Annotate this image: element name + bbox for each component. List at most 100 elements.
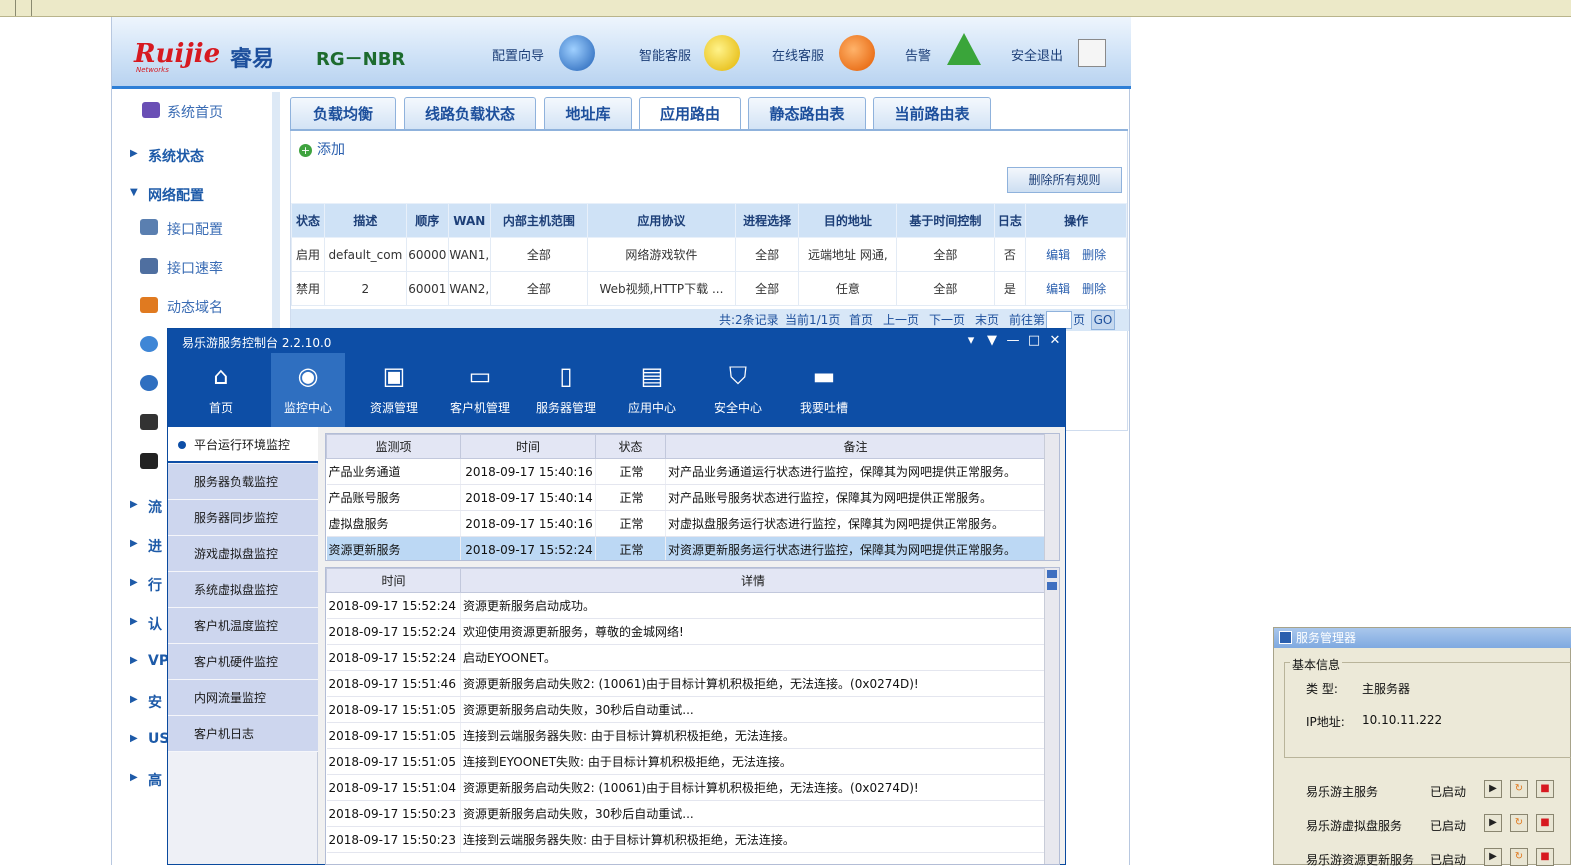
nav-security[interactable]: ⛉ 安全中心 (701, 353, 775, 427)
delete-link[interactable]: 删除 (1082, 248, 1106, 262)
header-smart-service-link[interactable]: 智能客服 (639, 45, 691, 64)
sidebar-item-rate[interactable]: 接口速率 (112, 254, 272, 280)
side-item-client-hw[interactable]: 客户机硬件监控 (168, 644, 318, 680)
monitor-scrollbar[interactable] (1044, 434, 1059, 560)
header-alarm-link[interactable]: 告警 (905, 45, 931, 64)
start-service-button[interactable]: ▶ (1484, 814, 1502, 832)
service-console-window: 易乐游服务控制台 2.2.10.0 ▾ ▼ — □ ✕ ⌂ 首页 ◉ 监控中心 … (167, 328, 1066, 865)
maximize-icon[interactable]: □ (1026, 333, 1042, 349)
table-row[interactable]: 产品账号服务 2018-09-17 15:40:14 正常 对产品账号服务状态进… (326, 484, 1046, 511)
table-row[interactable]: 2018-09-17 15:50:23 连接到云端服务器失败: 由于目标计算机积极… (326, 826, 1046, 853)
log-scrollbar[interactable] (1044, 568, 1059, 864)
sidebar-item-netcfg[interactable]: ▼ 网络配置 (112, 181, 272, 207)
server-icon: ▯ (559, 362, 573, 390)
edit-link[interactable]: 编辑 (1046, 282, 1070, 296)
eye-icon: ◉ (297, 362, 319, 390)
side-item-client-log[interactable]: 客户机日志 (168, 716, 318, 752)
skin-icon[interactable]: ▾ (963, 333, 979, 349)
console-titlebar[interactable]: 易乐游服务控制台 2.2.10.0 ▾ ▼ — □ ✕ (168, 329, 1065, 353)
cell-detail: 资源更新服务启动失败，30秒后自动重试... (460, 696, 1046, 723)
nav-monitor[interactable]: ◉ 监控中心 (271, 353, 345, 427)
start-service-button[interactable]: ▶ (1484, 780, 1502, 798)
menu-dropdown-icon[interactable]: ▼ (984, 333, 1000, 349)
table-row[interactable]: 2018-09-17 15:51:46 资源更新服务启动失败2: (10061)由… (326, 670, 1046, 697)
support-agents-icon[interactable] (839, 35, 875, 71)
col-detail: 详情 (460, 568, 1046, 593)
tab-address-book[interactable]: 地址库 (544, 97, 632, 130)
tab-current-route[interactable]: 当前路由表 (873, 97, 991, 130)
sidebar-item-label: 接口配置 (167, 222, 223, 238)
sidebar-item-label: 进 (148, 539, 162, 555)
stop-service-button[interactable]: ■ (1536, 814, 1554, 832)
alarm-triangle-icon[interactable] (947, 33, 981, 65)
nav-servers[interactable]: ▯ 服务器管理 (529, 353, 603, 427)
minimize-icon[interactable]: — (1005, 333, 1021, 349)
restart-service-button[interactable]: ↻ (1510, 780, 1528, 798)
side-item-server-sync[interactable]: 服务器同步监控 (168, 500, 318, 536)
sidebar-item-ddns[interactable]: 动态域名 (112, 293, 272, 319)
top-bar-button[interactable] (16, 0, 32, 16)
table-row[interactable]: 2018-09-17 15:51:04 资源更新服务启动失败2: (10061)由… (326, 774, 1046, 801)
edit-link[interactable]: 编辑 (1046, 248, 1070, 262)
side-item-game-vdisk[interactable]: 游戏虚拟盘监控 (168, 536, 318, 572)
pager-page-input[interactable] (1046, 311, 1072, 329)
sidebar-item-status[interactable]: ▶ 系统状态 (112, 142, 272, 168)
cell-state: 正常 (595, 484, 666, 511)
table-row[interactable]: 2018-09-17 15:50:23 资源更新服务启动失败，30秒后自动重试..… (326, 800, 1046, 827)
tab-static-route[interactable]: 静态路由表 (748, 97, 866, 130)
delete-all-rules-button[interactable]: 删除所有规则 (1007, 167, 1122, 193)
nav-apps[interactable]: ▤ 应用中心 (615, 353, 689, 427)
close-icon[interactable]: ✕ (1047, 333, 1063, 349)
logout-door-icon[interactable] (1078, 39, 1106, 67)
nav-feedback[interactable]: ▬ 我要吐槽 (787, 353, 861, 427)
header-wizard-link[interactable]: 配置向导 (492, 45, 544, 64)
cell-detail: 启动EYOONET。 (460, 644, 1046, 671)
table-row[interactable]: 2018-09-17 15:52:24 欢迎使用资源更新服务，尊敬的金城网络! (326, 618, 1046, 645)
side-item-server-load[interactable]: 服务器负载监控 (168, 464, 318, 500)
delete-link[interactable]: 删除 (1082, 282, 1106, 296)
nav-clients[interactable]: ▭ 客户机管理 (443, 353, 517, 427)
sidebar-item-home[interactable]: 系统首页 (112, 98, 272, 124)
table-row[interactable]: 产品业务通道 2018-09-17 15:40:16 正常 对产品业务通道运行状… (326, 458, 1046, 485)
side-item-client-temp[interactable]: 客户机温度监控 (168, 608, 318, 644)
table-row[interactable]: 2018-09-17 15:51:05 资源更新服务启动失败，30秒后自动重试..… (326, 696, 1046, 723)
cell-desc: default_com (323, 237, 407, 272)
monitor-table: 监测项 时间 状态 备注 产品业务通道 2018-09-17 15:40:16 … (326, 434, 1046, 560)
service-name: 易乐游虚拟盘服务 (1306, 819, 1403, 833)
cell-log: 是 (993, 271, 1027, 306)
nav-home[interactable]: ⌂ 首页 (184, 353, 258, 427)
stop-service-button[interactable]: ■ (1536, 780, 1554, 798)
restart-service-button[interactable]: ↻ (1510, 848, 1528, 866)
add-rule-button[interactable]: + 添加 (299, 139, 345, 159)
scroll-up-icon[interactable] (1047, 570, 1057, 578)
table-row[interactable]: 2018-09-17 15:51:05 连接到云端服务器失败: 由于目标计算机积极… (326, 722, 1046, 749)
stop-service-button[interactable]: ■ (1536, 848, 1554, 866)
cell-time: 2018-09-17 15:50:23 (326, 800, 461, 827)
cell-dest: 任意 (798, 271, 898, 306)
side-item-lan-traffic[interactable]: 内网流量监控 (168, 680, 318, 716)
scroll-thumb[interactable] (1047, 582, 1057, 590)
side-item-platform[interactable]: 平台运行环境监控 (168, 427, 318, 463)
pager-go-button[interactable]: GO (1091, 310, 1115, 330)
table-row[interactable]: 2018-09-17 15:52:24 资源更新服务启动成功。 (326, 592, 1046, 619)
table-row[interactable]: 2018-09-17 15:52:24 启动EYOONET。 (326, 644, 1046, 671)
restart-service-button[interactable]: ↻ (1510, 814, 1528, 832)
globe-icon[interactable] (559, 35, 595, 71)
cell-detail: 欢迎使用资源更新服务，尊敬的金城网络! (460, 618, 1046, 645)
nav-resources[interactable]: ▣ 资源管理 (357, 353, 431, 427)
sidebar-item-iface[interactable]: 接口配置 (112, 215, 272, 241)
table-row[interactable]: 2018-09-17 15:51:05 连接到EYOONET失败: 由于目标计算机… (326, 748, 1046, 775)
table-row-selected[interactable]: 资源更新服务 2018-09-17 15:52:24 正常 对资源更新服务运行状… (326, 536, 1046, 560)
header-online-service-link[interactable]: 在线客服 (772, 45, 824, 64)
tab-line-load-status[interactable]: 线路负载状态 (404, 97, 536, 130)
service-state: 已启动 (1430, 785, 1467, 799)
header-logout-link[interactable]: 安全退出 (1011, 45, 1063, 64)
table-row[interactable]: 虚拟盘服务 2018-09-17 15:40:16 正常 对虚拟盘服务运行状态进… (326, 510, 1046, 537)
side-item-sys-vdisk[interactable]: 系统虚拟盘监控 (168, 572, 318, 608)
top-bar-button[interactable] (0, 0, 16, 16)
service-manager-titlebar[interactable]: 服务管理器 (1274, 628, 1571, 648)
tab-load-balance[interactable]: 负载均衡 (290, 97, 396, 130)
tab-app-routing[interactable]: 应用路由 (639, 97, 741, 132)
start-service-button[interactable]: ▶ (1484, 848, 1502, 866)
smiley-icon[interactable] (704, 35, 740, 71)
